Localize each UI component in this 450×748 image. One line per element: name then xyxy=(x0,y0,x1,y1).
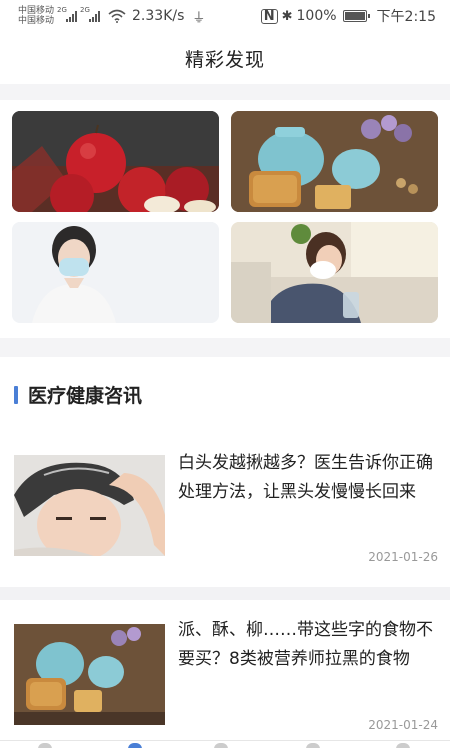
signal-2-icon: 2G xyxy=(80,6,101,22)
article-item[interactable]: 派、酥、柳……带这些字的食物不要买？8类被营养师拉黑的食物 2021-01-24 xyxy=(0,600,450,748)
banner-tea-mooncakes[interactable] xyxy=(231,111,438,212)
tab-messages-icon[interactable] xyxy=(306,743,320,748)
article-title[interactable]: 白头发越揪越多？医生告诉你正确处理方法，让黑头发慢慢长回来 xyxy=(178,449,438,507)
banner-mask-woman[interactable] xyxy=(12,222,219,323)
article-item[interactable]: 白头发越揪越多？医生告诉你正确处理方法，让黑头发慢慢长回来 2021-01-26 xyxy=(0,435,450,587)
article-divider xyxy=(0,587,450,600)
article-thumbnail xyxy=(14,455,165,556)
article-thumbnail xyxy=(14,624,165,725)
page-title: 精彩发现 xyxy=(184,48,265,71)
cold-woman-image xyxy=(231,222,438,323)
gray-hair-man-image xyxy=(14,455,165,556)
wifi-icon xyxy=(108,9,126,23)
usb-icon: ⏚ xyxy=(192,10,206,26)
network-speed: 2.33K/s xyxy=(132,8,185,24)
tea-mooncake-thumb-image xyxy=(14,624,165,725)
tab-health-icon[interactable] xyxy=(214,743,228,748)
mask-woman-image xyxy=(12,222,219,323)
banner-cold-woman[interactable] xyxy=(231,222,438,323)
article-date: 2021-01-24 xyxy=(368,718,438,732)
signal-2-tag: 2G xyxy=(80,6,90,14)
article-title[interactable]: 派、酥、柳……带这些字的食物不要买？8类被营养师拉黑的食物 xyxy=(178,616,438,674)
carrier-1: 中国移动 xyxy=(18,6,55,16)
battery-icon xyxy=(342,10,370,22)
top-header: 精彩发现 xyxy=(0,32,450,84)
carrier-names: 中国移动 中国移动 xyxy=(18,6,54,26)
apples-image xyxy=(12,111,219,212)
section-header: 医疗健康咨讯 xyxy=(14,381,142,408)
signal-1-icon: 2G xyxy=(57,6,78,22)
nfc-icon: N xyxy=(260,8,278,24)
bluetooth-icon: ✱ xyxy=(281,8,293,24)
battery-percent: 100% xyxy=(296,8,337,24)
status-bar: 中国移动 中国移动 2G 2G 2.33K/s ⏚ N ✱ 100% 下午2:1… xyxy=(0,0,450,32)
tea-mooncake-image xyxy=(231,111,438,212)
signal-1-tag: 2G xyxy=(57,6,67,14)
section-accent-bar xyxy=(14,385,18,404)
clock: 下午2:15 xyxy=(376,9,436,25)
article-date: 2021-01-26 xyxy=(368,550,438,564)
tab-profile-icon[interactable] xyxy=(396,743,410,748)
tab-home-icon[interactable] xyxy=(38,743,52,748)
banner-apples[interactable] xyxy=(12,111,219,212)
carrier-2: 中国移动 xyxy=(18,16,55,26)
tab-discover-icon[interactable] xyxy=(128,743,142,748)
section-title: 医疗健康咨讯 xyxy=(28,385,143,407)
banner-grid xyxy=(0,100,450,338)
